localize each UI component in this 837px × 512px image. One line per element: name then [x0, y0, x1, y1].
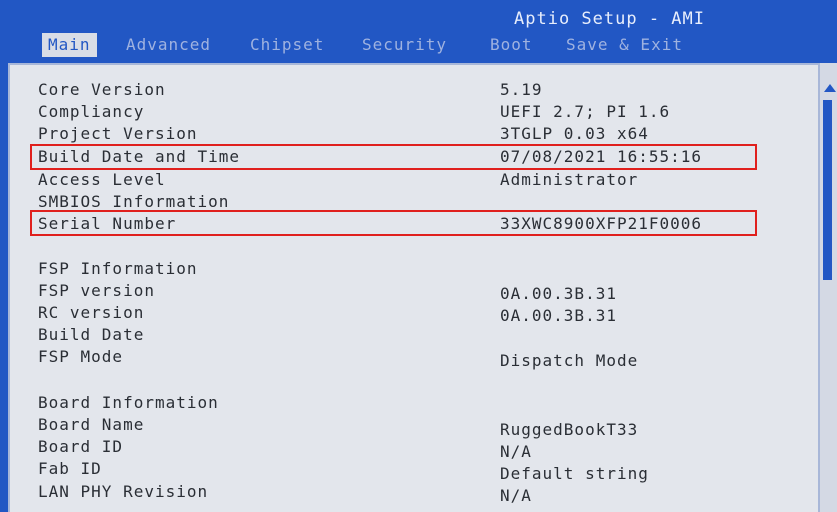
project-version-label: Project Version	[38, 124, 198, 143]
fsp-version-value: 0A.00.3B.31	[500, 284, 617, 303]
board-id-label: Board ID	[38, 437, 124, 456]
board-name-value: RuggedBookT33	[500, 420, 639, 439]
board-information-heading: Board Information	[38, 393, 219, 412]
fsp-mode-label: FSP Mode	[38, 347, 124, 366]
scroll-thumb[interactable]	[823, 100, 832, 280]
build-date-time-value: 07/08/2021 16:55:16	[500, 147, 703, 166]
tab-chipset[interactable]: Chipset	[250, 33, 324, 57]
lan-phy-revision-value: N/A	[500, 486, 532, 505]
serial-number-label: Serial Number	[38, 214, 177, 233]
core-version-label: Core Version	[38, 80, 166, 99]
rc-version-label: RC version	[38, 303, 145, 322]
lan-phy-revision-label: LAN PHY Revision	[38, 482, 209, 501]
compliancy-label: Compliancy	[38, 102, 145, 121]
fab-id-label: Fab ID	[38, 459, 102, 478]
access-level-label: Access Level	[38, 170, 166, 189]
smbios-information-heading: SMBIOS Information	[38, 192, 230, 211]
core-version-value: 5.19	[500, 80, 543, 99]
access-level-value: Administrator	[500, 170, 639, 189]
fsp-mode-value: Dispatch Mode	[500, 351, 639, 370]
build-date-label: Build Date	[38, 325, 145, 344]
project-version-value: 3TGLP 0.03 x64	[500, 124, 649, 143]
app-title: Aptio Setup - AMI	[514, 9, 705, 29]
board-name-label: Board Name	[38, 415, 145, 434]
compliancy-value: UEFI 2.7; PI 1.6	[500, 102, 671, 121]
tab-advanced[interactable]: Advanced	[126, 33, 211, 57]
fsp-version-label: FSP version	[38, 281, 155, 300]
bios-screen: Aptio Setup - AMI Main Advanced Chipset …	[0, 0, 837, 512]
tab-main[interactable]: Main	[42, 33, 97, 57]
scroll-up-icon[interactable]	[824, 84, 836, 92]
tab-save-exit[interactable]: Save & Exit	[566, 33, 683, 57]
rc-version-value: 0A.00.3B.31	[500, 306, 617, 325]
serial-number-value: 33XWC8900XFP21F0006	[500, 214, 703, 233]
tab-security[interactable]: Security	[362, 33, 447, 57]
header-bar: Aptio Setup - AMI Main Advanced Chipset …	[0, 0, 837, 58]
board-id-value: N/A	[500, 442, 532, 461]
fsp-information-heading: FSP Information	[38, 259, 198, 278]
build-date-time-label: Build Date and Time	[38, 147, 241, 166]
fab-id-value: Default string	[500, 464, 649, 483]
tab-boot[interactable]: Boot	[490, 33, 533, 57]
